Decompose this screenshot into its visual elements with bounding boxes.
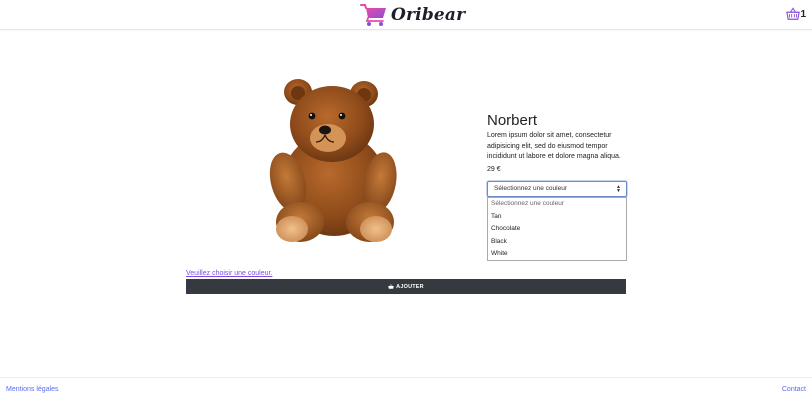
add-to-cart-label: AJOUTER <box>396 283 424 290</box>
site-header: Oribear 1 <box>0 0 812 30</box>
logo-cart-icon <box>360 4 386 26</box>
color-option-chocolate[interactable]: Chocolate <box>488 223 626 236</box>
legal-notice-link[interactable]: Mentions légales <box>6 386 59 393</box>
brand-name: Oribear <box>391 5 466 25</box>
basket-icon <box>388 284 394 289</box>
color-warning-message: Veuillez choisir une couleur. <box>186 270 273 277</box>
color-option-tan[interactable]: Tan <box>488 211 626 224</box>
brand-logo[interactable]: Oribear <box>360 2 465 28</box>
color-option-placeholder[interactable]: Sélectionnez une couleur <box>488 198 626 211</box>
product-price: 29 € <box>487 166 501 173</box>
teddy-bear-image <box>269 79 397 242</box>
product-title: Norbert <box>487 112 538 129</box>
color-options-list: Sélectionnez une couleur Tan Chocolate B… <box>487 197 627 261</box>
color-select[interactable]: Sélectionnez une couleur ▲ ▼ <box>487 181 627 197</box>
color-option-white[interactable]: White <box>488 248 626 261</box>
color-select-value: Sélectionnez une couleur <box>494 185 567 192</box>
contact-link[interactable]: Contact <box>782 386 806 393</box>
cart-count-badge: 1 <box>800 8 806 20</box>
site-footer: Mentions légales Contact <box>0 377 812 400</box>
select-updown-icon: ▲ ▼ <box>616 184 621 194</box>
header-cart-button[interactable]: 1 <box>786 7 806 21</box>
basket-icon <box>786 7 801 20</box>
product-description: Lorem ipsum dolor sit amet, consectetur … <box>487 132 621 160</box>
color-option-black[interactable]: Black <box>488 236 626 249</box>
add-to-cart-button[interactable]: AJOUTER <box>186 279 626 294</box>
